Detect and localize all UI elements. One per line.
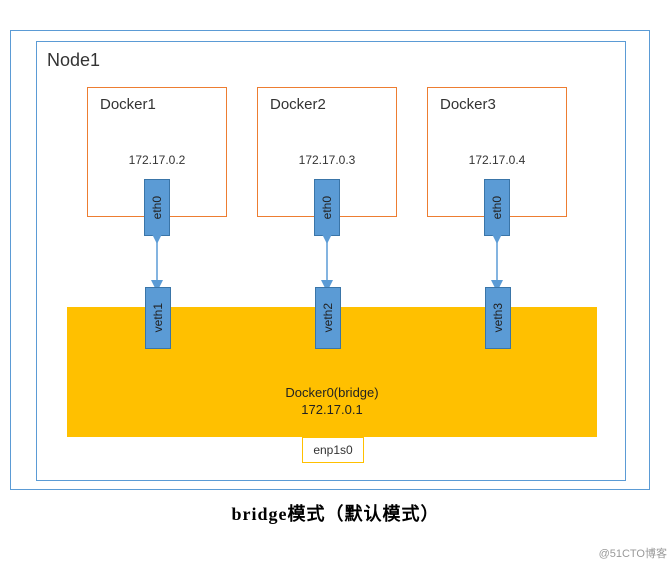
eth0-iface: eth0 [144, 179, 170, 236]
docker-title: Docker3 [440, 96, 496, 113]
node-title: Node1 [47, 50, 100, 71]
docker-ip: 172.17.0.2 [88, 153, 226, 167]
veth3-iface: veth3 [485, 287, 511, 349]
veth-label: veth1 [151, 303, 165, 332]
eth-label: eth0 [320, 196, 334, 219]
docker-box-2: Docker2 172.17.0.3 eth0 [257, 87, 397, 217]
docker-title: Docker1 [100, 96, 156, 113]
outer-frame: Node1 Docker1 172.17.0.2 eth0 Docker2 17… [10, 30, 650, 490]
veth-label: veth2 [321, 303, 335, 332]
veth-label: veth3 [491, 303, 505, 332]
eth-label: eth0 [490, 196, 504, 219]
docker-title: Docker2 [270, 96, 326, 113]
watermark: @51CTO博客 [599, 545, 667, 561]
bridge-label: Docker0(bridge) 172.17.0.1 [67, 385, 597, 419]
docker-box-1: Docker1 172.17.0.2 eth0 [87, 87, 227, 217]
docker-ip: 172.17.0.4 [428, 153, 566, 167]
docker-ip: 172.17.0.3 [258, 153, 396, 167]
eth0-iface: eth0 [484, 179, 510, 236]
docker-box-3: Docker3 172.17.0.4 eth0 [427, 87, 567, 217]
veth1-iface: veth1 [145, 287, 171, 349]
node-box: Node1 Docker1 172.17.0.2 eth0 Docker2 17… [36, 41, 626, 481]
eth0-iface: eth0 [314, 179, 340, 236]
bridge-name: Docker0(bridge) [285, 385, 378, 400]
bridge-box: veth1 veth2 veth3 Docker0(bridge) 172.17… [67, 307, 597, 437]
physical-nic: enp1s0 [302, 437, 364, 463]
bridge-ip: 172.17.0.1 [301, 402, 362, 417]
veth2-iface: veth2 [315, 287, 341, 349]
diagram-caption: bridge模式（默认模式） [0, 500, 671, 526]
eth-label: eth0 [150, 196, 164, 219]
